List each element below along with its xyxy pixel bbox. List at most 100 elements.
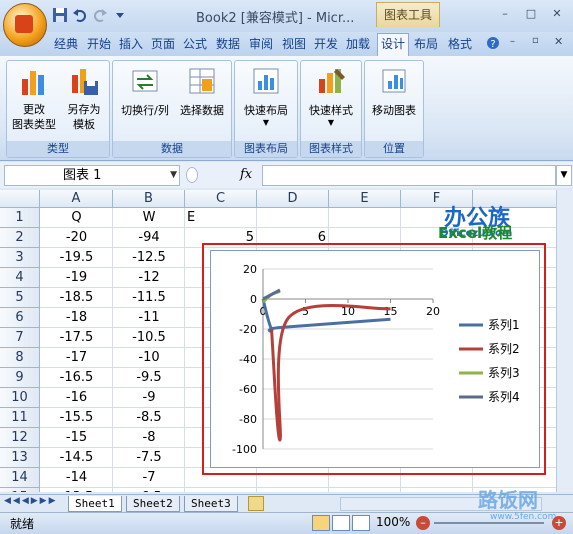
cell-b15[interactable]: -6.5	[113, 488, 185, 492]
switch-row-column-button[interactable]: 切换行/列	[117, 65, 173, 118]
insert-sheet-icon[interactable]	[248, 496, 264, 511]
row-header[interactable]: 11	[0, 408, 40, 428]
tab-formulas[interactable]: 公式	[181, 34, 209, 54]
row-header[interactable]: 8	[0, 348, 40, 368]
help-icon[interactable]: ?	[486, 36, 500, 50]
cell-b8[interactable]: -10	[113, 348, 185, 368]
normal-view-icon[interactable]	[312, 515, 330, 531]
sheet-tab-2[interactable]: Sheet2	[126, 496, 180, 512]
cell-a1[interactable]: Q	[40, 208, 113, 228]
tab-page[interactable]: 页面	[149, 34, 177, 54]
ribbon-minimize-icon[interactable]: –	[510, 36, 515, 47]
office-button[interactable]	[3, 3, 47, 47]
cell-d15[interactable]	[257, 488, 329, 492]
ribbon-close-icon[interactable]: ✕	[554, 35, 563, 48]
tab-insert[interactable]: 插入	[117, 34, 145, 54]
row-header[interactable]: 13	[0, 448, 40, 468]
save-icon[interactable]	[52, 7, 68, 23]
close-button[interactable]: ✕	[546, 5, 568, 23]
redo-icon[interactable]	[92, 7, 108, 23]
minimize-button[interactable]: –	[494, 5, 516, 23]
cell-a7[interactable]: -17.5	[40, 328, 113, 348]
sheet-nav-icons[interactable]: ◀◀◀▶▶▶	[4, 496, 58, 506]
column-header-d[interactable]: D	[257, 190, 329, 208]
undo-icon[interactable]	[72, 7, 88, 23]
tab-addins[interactable]: 加载	[344, 34, 372, 54]
ribbon-restore-icon[interactable]: ▫	[532, 35, 539, 46]
row-header[interactable]: 10	[0, 388, 40, 408]
cell-c15[interactable]	[185, 488, 257, 492]
column-header-a[interactable]: A	[40, 190, 113, 208]
cell-b14[interactable]: -7	[113, 468, 185, 488]
cell-b13[interactable]: -7.5	[113, 448, 185, 468]
cell-b1[interactable]: W	[113, 208, 185, 228]
cell-a5[interactable]: -18.5	[40, 288, 113, 308]
change-chart-type-button[interactable]: 更改 图表类型	[9, 65, 59, 132]
formula-bar-splitter[interactable]	[186, 167, 198, 183]
cell-b9[interactable]: -9.5	[113, 368, 185, 388]
tab-classic[interactable]: 经典	[52, 34, 80, 54]
tab-design[interactable]: 设计	[377, 33, 409, 57]
cell-a6[interactable]: -18	[40, 308, 113, 328]
tab-review[interactable]: 审阅	[247, 34, 275, 54]
cell-a10[interactable]: -16	[40, 388, 113, 408]
cell-a8[interactable]: -17	[40, 348, 113, 368]
chart-area[interactable]: 20 0 -20 -40 -60 -80 -100 0 5 10 15 20 系列1 系列2 系列3 系列4	[210, 250, 540, 468]
tab-layout[interactable]: 布局	[412, 34, 440, 54]
column-header-c[interactable]: C	[185, 190, 257, 208]
column-header-b[interactable]: B	[113, 190, 185, 208]
cell-b11[interactable]: -8.5	[113, 408, 185, 428]
row-header[interactable]: 2	[0, 228, 40, 248]
cell-b12[interactable]: -8	[113, 428, 185, 448]
cell-a13[interactable]: -14.5	[40, 448, 113, 468]
row-header[interactable]: 7	[0, 328, 40, 348]
zoom-in-icon[interactable]: +	[552, 516, 566, 530]
cell-a2[interactable]: -20	[40, 228, 113, 248]
tab-developer[interactable]: 开发	[312, 34, 340, 54]
save-as-template-button[interactable]: 另存为 模板	[61, 65, 107, 132]
tab-view[interactable]: 视图	[280, 34, 308, 54]
formula-input[interactable]	[262, 165, 556, 186]
row-header[interactable]: 14	[0, 468, 40, 488]
row-header[interactable]: 15	[0, 488, 40, 492]
select-data-button[interactable]: 选择数据	[175, 65, 229, 118]
cell-b10[interactable]: -9	[113, 388, 185, 408]
zoom-slider[interactable]	[434, 522, 544, 524]
tab-home[interactable]: 开始	[85, 34, 113, 54]
row-header[interactable]: 12	[0, 428, 40, 448]
cell-c1[interactable]: E	[185, 208, 257, 228]
customize-qat-icon[interactable]	[112, 7, 128, 23]
cell-a15[interactable]: -13.5	[40, 488, 113, 492]
row-header[interactable]: 4	[0, 268, 40, 288]
row-header[interactable]: 5	[0, 288, 40, 308]
cell-b2[interactable]: -94	[113, 228, 185, 248]
quick-layout-button[interactable]: 快速布局 ▼	[237, 65, 295, 128]
select-all-corner[interactable]	[0, 190, 40, 208]
vertical-scrollbar[interactable]	[556, 190, 573, 492]
name-box-dropdown-icon[interactable]: ▼	[170, 166, 177, 185]
cell-b3[interactable]: -12.5	[113, 248, 185, 268]
cell-b4[interactable]: -12	[113, 268, 185, 288]
zoom-out-icon[interactable]: –	[416, 516, 430, 530]
cell-a11[interactable]: -15.5	[40, 408, 113, 428]
sheet-tab-1[interactable]: Sheet1	[68, 496, 122, 512]
name-box[interactable]: 图表 1 ▼	[4, 165, 180, 186]
tab-format[interactable]: 格式	[446, 34, 474, 54]
cell-b5[interactable]: -11.5	[113, 288, 185, 308]
cell-a4[interactable]: -19	[40, 268, 113, 288]
column-header-e[interactable]: E	[329, 190, 401, 208]
cell-a9[interactable]: -16.5	[40, 368, 113, 388]
insert-function-icon[interactable]: fx	[240, 167, 252, 182]
row-header[interactable]: 1	[0, 208, 40, 228]
cell-b7[interactable]: -10.5	[113, 328, 185, 348]
cell-a12[interactable]: -15	[40, 428, 113, 448]
page-layout-view-icon[interactable]	[332, 515, 350, 531]
cell-d1[interactable]	[257, 208, 329, 228]
move-chart-button[interactable]: 移动图表	[367, 65, 421, 118]
row-header[interactable]: 9	[0, 368, 40, 388]
page-break-view-icon[interactable]	[352, 515, 370, 531]
row-header[interactable]: 6	[0, 308, 40, 328]
expand-formula-bar-icon[interactable]: ▼	[556, 165, 572, 186]
restore-button[interactable]: □	[520, 5, 542, 23]
cell-a14[interactable]: -14	[40, 468, 113, 488]
